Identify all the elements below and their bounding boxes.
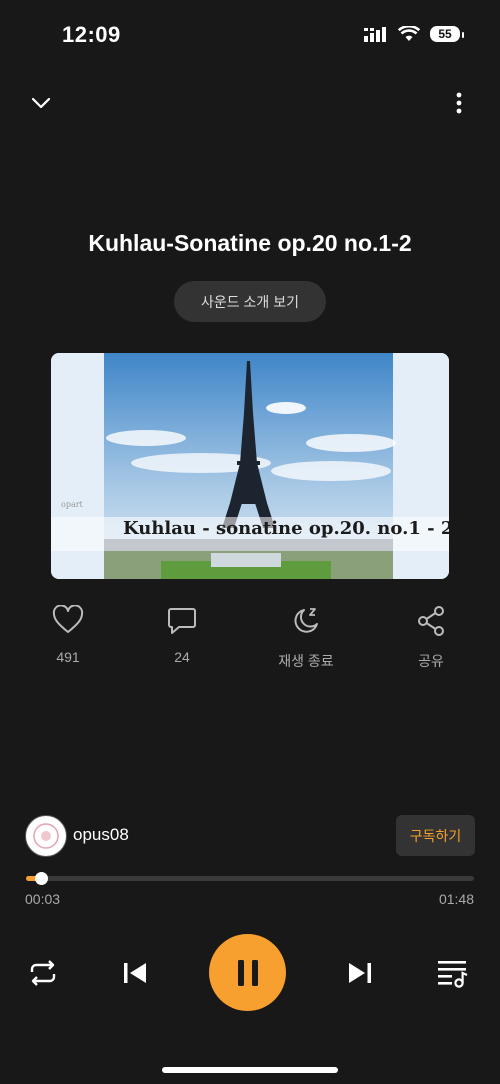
collapse-button[interactable]: [28, 90, 54, 116]
share-icon: [418, 606, 444, 636]
wifi-icon: [398, 26, 420, 41]
avatar-logo-icon: [33, 823, 59, 849]
creator-name[interactable]: opus08: [73, 825, 129, 845]
status-icons: 55: [364, 26, 464, 42]
battery-indicator: 55: [430, 26, 464, 42]
previous-button[interactable]: [118, 956, 152, 990]
share-button[interactable]: 공유: [386, 605, 476, 671]
chevron-down-icon: [31, 97, 51, 109]
video-thumbnail[interactable]: opart Kuhlau - sonatine op.20. no.1 - 2n…: [51, 353, 449, 579]
comment-button[interactable]: 24: [137, 605, 227, 665]
progress-bar[interactable]: [26, 876, 474, 881]
comment-count: 24: [174, 649, 190, 665]
comment-icon: [168, 608, 196, 634]
signal-icon: [364, 27, 386, 42]
next-button[interactable]: [343, 956, 377, 990]
share-label: 공유: [418, 653, 444, 669]
total-time: 01:48: [438, 891, 474, 907]
skip-previous-icon: [124, 963, 146, 983]
repeat-icon: [30, 960, 56, 986]
track-title: Kuhlau-Sonatine op.20 no.1-2: [88, 230, 412, 256]
playlist-icon: [438, 961, 468, 988]
sleep-timer-icon: [294, 608, 318, 633]
like-count: 491: [56, 649, 80, 665]
creator-avatar[interactable]: [25, 815, 67, 857]
pause-icon: [237, 959, 258, 986]
skip-next-icon: [349, 963, 371, 983]
heart-icon: [52, 605, 84, 633]
subscribe-button[interactable]: 구독하기: [396, 815, 475, 856]
status-time: 12:09: [62, 22, 121, 47]
thumbnail-caption: Kuhlau - sonatine op.20. no.1 - 2nd: [123, 518, 449, 539]
pause-button[interactable]: [209, 934, 286, 1011]
more-vertical-icon: [456, 92, 462, 114]
sound-intro-button[interactable]: 사운드 소개 보기: [174, 281, 326, 322]
like-button[interactable]: 491: [23, 605, 113, 665]
more-options-button[interactable]: [446, 90, 472, 116]
sleep-timer-label: 재생 종료: [278, 653, 334, 669]
playlist-button[interactable]: [435, 955, 471, 991]
sleep-timer-button[interactable]: 재생 종료: [261, 605, 351, 671]
progress-thumb[interactable]: [35, 872, 48, 885]
repeat-button[interactable]: [26, 956, 60, 990]
current-time: 00:03: [25, 891, 61, 907]
thumbnail-watermark: opart: [61, 500, 83, 509]
home-indicator[interactable]: [162, 1067, 338, 1073]
